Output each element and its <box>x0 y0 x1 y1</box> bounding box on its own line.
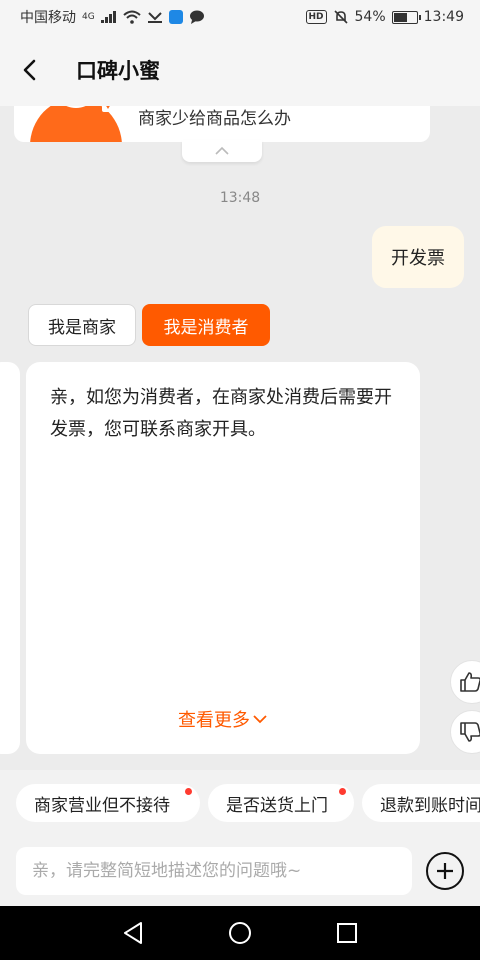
nav-recents-button[interactable] <box>327 913 367 953</box>
mute-icon <box>333 9 349 25</box>
user-message-bubble: 开发票 <box>372 226 464 288</box>
new-dot-badge <box>185 788 192 795</box>
message-timestamp: 13:48 <box>219 190 261 206</box>
battery-icon <box>391 10 421 24</box>
chevron-down-icon <box>253 715 267 724</box>
status-left: 中国移动 4G <box>20 7 205 27</box>
see-more-label: 查看更多 <box>178 710 250 731</box>
option-consumer-button[interactable]: 我是消费者 <box>142 304 270 346</box>
more-actions-button[interactable] <box>426 852 464 890</box>
clock: 13:49 <box>423 9 464 25</box>
see-more-link[interactable]: 查看更多 <box>26 706 420 732</box>
previous-answer-text: 商家少给商品怎么办 <box>138 109 291 129</box>
page-title: 口碑小蜜 <box>76 59 160 83</box>
carrier-name: 中国移动 <box>20 10 76 26</box>
wifi-icon <box>123 10 141 24</box>
suggested-questions: 商家营业但不接待 是否送货上门 退款到账时间 <box>0 770 480 838</box>
message-input[interactable] <box>16 847 412 895</box>
status-bar: 中国移动 4G HD 54% 13:49 <box>0 0 480 34</box>
previous-card-edge <box>0 362 20 754</box>
new-dot-badge <box>339 788 346 795</box>
nav-back-button[interactable] <box>113 913 153 953</box>
option-merchant-button[interactable]: 我是商家 <box>28 304 136 346</box>
missed-call-icon <box>147 10 163 24</box>
signal-icon <box>100 11 117 23</box>
chevron-up-icon <box>215 146 229 155</box>
suggested-question-chip[interactable]: 退款到账时间 <box>362 784 480 822</box>
battery-fill <box>393 12 407 22</box>
battery-percent: 54% <box>354 9 386 25</box>
square-recents-icon <box>336 923 357 943</box>
system-navigation-bar <box>0 906 480 960</box>
back-arrow-icon <box>23 59 36 81</box>
plus-icon <box>437 863 453 879</box>
answer-card: 亲，如您为消费者，在商家处消费后需要开发票，您可联系商家开具。 查看更多 <box>26 362 420 754</box>
suggested-question-chip[interactable]: 是否送货上门 <box>208 784 354 822</box>
thumbs-down-button[interactable] <box>450 710 480 754</box>
chip-label: 商家营业但不接待 <box>34 795 170 816</box>
suggested-question-chip[interactable]: 商家营业但不接待 <box>16 784 200 822</box>
input-bar <box>0 838 480 906</box>
thumbs-down-icon <box>460 722 480 742</box>
chip-label: 退款到账时间 <box>380 795 480 816</box>
mascot-image <box>30 106 122 142</box>
hd-icon: HD <box>305 10 327 24</box>
app-notification-icon <box>168 10 183 24</box>
thumbs-up-icon <box>460 672 480 692</box>
answer-text: 亲，如您为消费者，在商家处消费后需要开发票，您可联系商家开具。 <box>50 387 392 440</box>
collapse-button[interactable] <box>182 140 262 162</box>
chip-label: 是否送货上门 <box>226 795 328 816</box>
header: 口碑小蜜 <box>0 34 480 106</box>
network-type: 4G <box>82 12 95 22</box>
nav-home-button[interactable] <box>220 913 260 953</box>
chat-area[interactable]: 商家少给商品怎么办 13:48 开发票 我是商家 我是消费者 亲，如您为消费者，… <box>0 106 480 770</box>
message-icon <box>189 10 205 24</box>
circle-home-icon <box>228 922 251 944</box>
triangle-back-icon <box>124 922 143 944</box>
thumbs-up-button[interactable] <box>450 660 480 704</box>
back-button[interactable] <box>0 34 60 106</box>
status-right: HD 54% 13:49 <box>305 9 464 25</box>
previous-answer-card[interactable]: 商家少给商品怎么办 <box>14 106 430 142</box>
